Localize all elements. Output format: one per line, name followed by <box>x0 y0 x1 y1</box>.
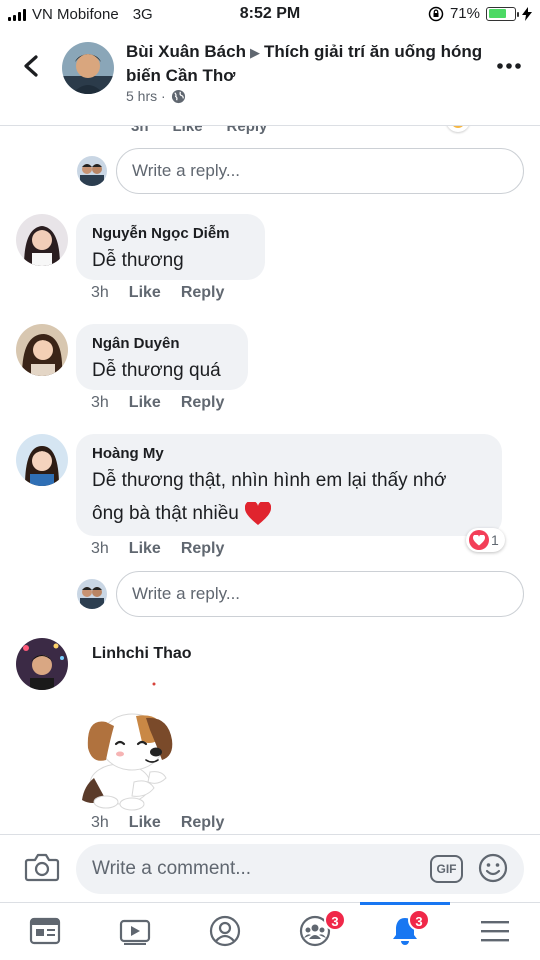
reply-row: Write a reply... <box>0 148 540 196</box>
commenter-name[interactable]: Ngân Duyên <box>92 334 232 354</box>
reply-input[interactable]: Write a reply... <box>116 571 524 617</box>
comment-text-line: Dễ thương thật, nhìn hình em lại thấy nh… <box>92 470 447 491</box>
commenter-name[interactable]: Hoàng My <box>92 444 486 464</box>
profile-icon <box>209 915 241 947</box>
tab-profile[interactable] <box>180 903 270 960</box>
comment-actions: 3h Like Reply <box>91 814 224 832</box>
comment-actions: 3h Like Reply <box>91 394 224 412</box>
like-button[interactable]: Like <box>173 126 203 135</box>
reply-row: Write a reply... <box>0 571 540 619</box>
tab-menu[interactable] <box>450 903 540 960</box>
battery-icon <box>486 6 519 21</box>
commenter-name[interactable]: Nguyễn Ngọc Diễm <box>92 224 249 244</box>
comment-text: Dễ thương <box>92 250 184 271</box>
like-button[interactable]: Like <box>129 814 161 832</box>
commenter-avatar[interactable] <box>16 638 68 690</box>
reply-button[interactable]: Reply <box>181 814 225 832</box>
comment-time: 3h <box>91 540 109 557</box>
tab-notifications[interactable]: 3 <box>360 902 450 960</box>
reply-button[interactable]: Reply <box>181 284 225 302</box>
emoji-icon[interactable] <box>478 853 508 883</box>
like-button[interactable]: Like <box>129 540 161 558</box>
notifications-badge: 3 <box>408 909 430 931</box>
puppy-sticker[interactable] <box>76 682 188 812</box>
comment-time: 3h <box>131 126 149 135</box>
comment-actions: 3h Like Reply <box>91 540 224 558</box>
gif-button[interactable]: GIF <box>430 855 463 883</box>
reply-button[interactable]: Reply <box>181 394 225 412</box>
reaction-badge[interactable] <box>446 126 470 132</box>
video-play-icon <box>119 919 151 945</box>
groups-badge: 3 <box>324 909 346 931</box>
hamburger-menu-icon <box>481 921 509 942</box>
arrow-right-icon: ▶ <box>249 45 260 60</box>
reaction-count-badge[interactable]: 1 <box>466 528 505 552</box>
globe-icon <box>171 89 185 103</box>
author-name[interactable]: Bùi Xuân Bách <box>126 42 246 61</box>
comment-time: 3h <box>91 394 109 411</box>
bottom-tab-bar: 3 3 <box>0 902 540 960</box>
comment-text-line: ông bà thật nhiều <box>92 497 486 530</box>
post-time: 5 hrs · <box>126 88 166 104</box>
post-title: Bùi Xuân Bách ▶ Thích giải trí ăn uống hón… <box>126 40 486 87</box>
love-reaction-icon <box>469 530 489 550</box>
status-bar: VN Mobifone 3G 8:52 PM 71% <box>0 0 540 30</box>
camera-icon[interactable] <box>24 851 60 883</box>
comment-bubble[interactable]: Nguyễn Ngọc Diễm Dễ thương <box>76 214 265 280</box>
news-feed-icon <box>29 917 61 945</box>
comment-text: ông bà thật nhiều <box>92 503 239 524</box>
commenter-name[interactable]: Linhchi Thao <box>92 645 192 663</box>
tab-news-feed[interactable] <box>0 903 90 960</box>
comment-time: 3h <box>91 814 109 831</box>
comment-composer: Write a comment... GIF <box>0 834 540 902</box>
reply-input[interactable]: Write a reply... <box>116 148 524 194</box>
commenter-avatar[interactable] <box>16 214 68 266</box>
comments-feed[interactable]: 3h Like Reply Write a reply... Nguyễn Ng… <box>0 126 540 834</box>
author-avatar[interactable] <box>62 42 114 94</box>
like-button[interactable]: Like <box>129 394 161 412</box>
charging-icon <box>522 6 532 21</box>
reaction-count: 1 <box>491 532 499 548</box>
orientation-lock-icon <box>428 6 444 21</box>
tab-groups[interactable]: 3 <box>270 903 360 960</box>
like-button[interactable]: Like <box>129 284 161 302</box>
comment-text: Dễ thương quá <box>92 360 221 381</box>
more-options-icon[interactable] <box>496 58 522 74</box>
previous-comment-actions: 3h Like Reply <box>131 126 267 135</box>
tab-watch[interactable] <box>90 903 180 960</box>
current-user-avatar <box>77 579 107 609</box>
reply-button[interactable]: Reply <box>181 540 225 558</box>
comment-bubble[interactable]: Hoàng My Dễ thương thật, nhìn hình em lạ… <box>76 434 502 536</box>
post-meta: 5 hrs · <box>126 88 186 104</box>
current-user-avatar <box>77 156 107 186</box>
comment-bubble[interactable]: Ngân Duyên Dễ thương quá <box>76 324 248 390</box>
commenter-avatar[interactable] <box>16 324 68 376</box>
status-right: 71% <box>428 5 532 22</box>
red-heart-icon <box>244 501 271 525</box>
post-header: Bùi Xuân Bách ▶ Thích giải trí ăn uống hón… <box>0 30 540 126</box>
commenter-avatar[interactable] <box>16 434 68 486</box>
battery-percent: 71% <box>449 5 480 22</box>
reply-button[interactable]: Reply <box>227 126 268 135</box>
comment-time: 3h <box>91 284 109 301</box>
back-arrow-icon[interactable] <box>18 52 46 80</box>
comment-actions: 3h Like Reply <box>91 284 224 302</box>
